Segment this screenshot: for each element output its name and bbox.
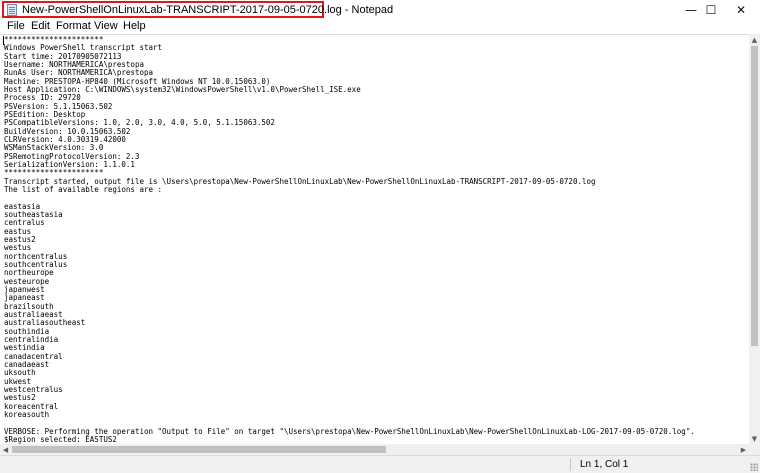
vertical-scrollbar[interactable]: ▲ ▼ bbox=[749, 34, 760, 444]
text-line: koreasouth bbox=[4, 409, 50, 419]
menu-view[interactable]: View bbox=[94, 20, 118, 33]
scroll-left-icon[interactable]: ◀ bbox=[0, 444, 11, 455]
menu-bar: File Edit Format View Help bbox=[0, 20, 760, 34]
horizontal-scrollbar[interactable]: ◀ ▶ bbox=[0, 444, 749, 455]
vertical-scroll-thumb[interactable] bbox=[751, 46, 758, 346]
menu-edit[interactable]: Edit bbox=[31, 20, 50, 33]
status-bar: Ln 1, Col 1 bbox=[0, 455, 760, 473]
close-button[interactable]: ✕ bbox=[718, 0, 760, 20]
scroll-up-icon[interactable]: ▲ bbox=[749, 34, 760, 45]
maximize-icon: ☐ bbox=[705, 3, 717, 17]
text-editor[interactable]: ********************** Windows PowerShell… bbox=[0, 34, 749, 445]
notepad-icon[interactable] bbox=[7, 4, 17, 16]
scrollbar-corner bbox=[749, 444, 760, 455]
menu-format[interactable]: Format bbox=[56, 20, 91, 33]
scroll-right-icon[interactable]: ▶ bbox=[738, 444, 749, 455]
scroll-down-icon[interactable]: ▼ bbox=[749, 433, 760, 444]
menu-file[interactable]: File bbox=[7, 20, 25, 33]
title-bar[interactable]: New-PowerShellOnLinuxLab-TRANSCRIPT-2017… bbox=[0, 0, 760, 21]
horizontal-scroll-thumb[interactable] bbox=[12, 446, 386, 453]
status-separator bbox=[570, 458, 571, 471]
text-line: The list of available regions are : bbox=[4, 184, 163, 194]
menu-help[interactable]: Help bbox=[123, 20, 146, 33]
resize-grip-icon[interactable] bbox=[750, 463, 758, 471]
window-title: New-PowerShellOnLinuxLab-TRANSCRIPT-2017… bbox=[22, 4, 394, 16]
close-icon: ✕ bbox=[735, 3, 747, 17]
cursor-position: Ln 1, Col 1 bbox=[580, 459, 629, 470]
text-line: $Region selected: EASTUS2 bbox=[4, 434, 117, 444]
